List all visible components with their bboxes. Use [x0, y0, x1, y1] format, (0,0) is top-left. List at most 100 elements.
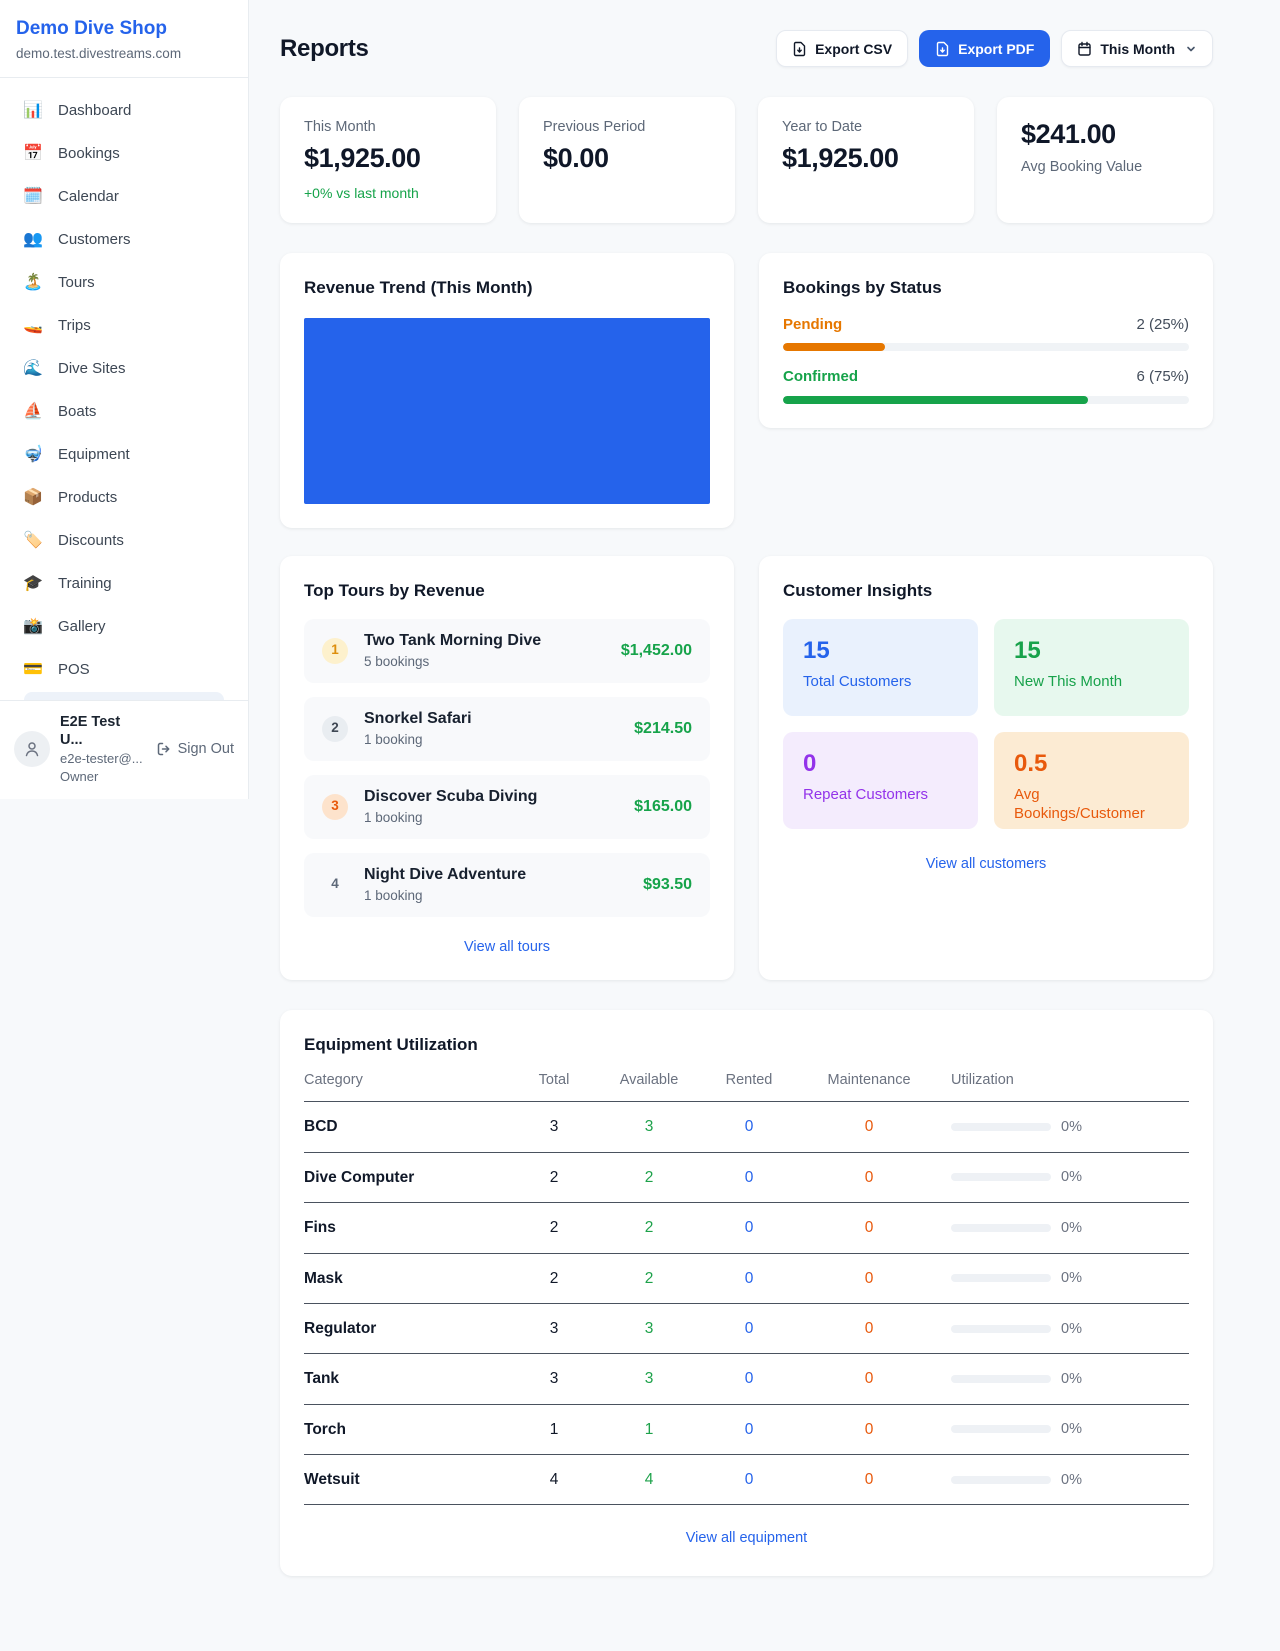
- sidebar-item-pos[interactable]: 💳 POS: [12, 649, 236, 692]
- page-header: Reports Export CSV Export PDF This Month: [280, 30, 1213, 67]
- sign-out-button[interactable]: Sign Out: [156, 740, 234, 758]
- cell-utilization: 0%: [939, 1168, 1189, 1186]
- shop-domain: demo.test.divestreams.com: [16, 46, 232, 63]
- view-all-equipment-link[interactable]: View all equipment: [304, 1529, 1189, 1547]
- cell-available: 1: [599, 1420, 699, 1439]
- insight-label: Avg Bookings/Customer: [1014, 786, 1169, 824]
- row-revenue-status: Revenue Trend (This Month) Bookings by S…: [280, 253, 1213, 527]
- sidebar-item-dashboard[interactable]: 📊Dashboard: [12, 90, 236, 133]
- sidebar-item-customers[interactable]: 👥Customers: [12, 219, 236, 262]
- cell-utilization: 0%: [939, 1320, 1189, 1338]
- credit-card-icon: 💳: [22, 660, 44, 680]
- sidebar: Demo Dive Shop demo.test.divestreams.com…: [0, 0, 249, 799]
- utilization-bar: [951, 1375, 1051, 1383]
- sidebar-item-label: Boats: [58, 403, 96, 422]
- cell-maintenance: 0: [799, 1168, 939, 1187]
- period-label: This Month: [1100, 41, 1175, 57]
- list-item: 4 Night Dive Adventure1 booking $93.50: [304, 853, 710, 917]
- sidebar-item-training[interactable]: 🎓 Training: [12, 563, 236, 606]
- sidebar-item-calendar[interactable]: 🗓️Calendar: [12, 176, 236, 219]
- progress-track: [783, 343, 1189, 351]
- cell-utilization: 0%: [939, 1269, 1189, 1287]
- rank-badge: 4: [322, 872, 348, 898]
- revenue-trend-chart: [304, 318, 710, 504]
- insight-tile-new-this-month: 15 New This Month: [994, 619, 1189, 716]
- card-title: Bookings by Status: [783, 277, 1189, 298]
- cell-rented: 0: [699, 1117, 799, 1136]
- insight-label: New This Month: [1014, 673, 1169, 692]
- cell-available: 2: [599, 1218, 699, 1237]
- sailboat-icon: ⛵: [22, 402, 44, 422]
- stat-card-previous-period: Previous Period $0.00: [519, 97, 735, 223]
- avatar: [14, 731, 50, 767]
- cell-maintenance: 0: [799, 1319, 939, 1338]
- cell-maintenance: 0: [799, 1470, 939, 1489]
- period-dropdown[interactable]: This Month: [1061, 30, 1213, 67]
- cell-category: Tank: [304, 1369, 509, 1388]
- user-info: E2E Test U... e2e-tester@... Owner: [60, 713, 146, 786]
- card-title: Customer Insights: [783, 580, 1189, 601]
- utilization-pct: 0%: [1061, 1370, 1082, 1388]
- sidebar-item-label: Training: [58, 575, 112, 594]
- cell-maintenance: 0: [799, 1218, 939, 1237]
- camera-icon: 📸: [22, 617, 44, 637]
- revenue-trend-card: Revenue Trend (This Month): [280, 253, 734, 527]
- utilization-pct: 0%: [1061, 1320, 1082, 1338]
- card-title: Equipment Utilization: [304, 1034, 1189, 1055]
- sidebar-item-products[interactable]: 📦Products: [12, 477, 236, 520]
- person-icon: [23, 740, 41, 758]
- sidebar-item-trips[interactable]: 🚤Trips: [12, 305, 236, 348]
- table-row: Fins 2 2 0 0 0%: [304, 1203, 1189, 1253]
- column-header-category: Category: [304, 1071, 509, 1089]
- sidebar-item-partially-scrolled[interactable]: [24, 692, 224, 700]
- sidebar-item-dive-sites[interactable]: 🌊Dive Sites: [12, 348, 236, 391]
- table-row: Regulator 3 3 0 0 0%: [304, 1304, 1189, 1354]
- utilization-pct: 0%: [1061, 1219, 1082, 1237]
- user-name: E2E Test U...: [60, 713, 146, 749]
- cell-maintenance: 0: [799, 1117, 939, 1136]
- export-pdf-button[interactable]: Export PDF: [919, 30, 1050, 67]
- table-row: BCD 3 3 0 0 0%: [304, 1102, 1189, 1152]
- island-icon: 🏝️: [22, 273, 44, 293]
- sidebar-item-discounts[interactable]: 🏷️Discounts: [12, 520, 236, 563]
- main-content: Reports Export CSV Export PDF This Month: [280, 0, 1213, 1651]
- utilization-pct: 0%: [1061, 1269, 1082, 1287]
- sidebar-item-boats[interactable]: ⛵ Boats: [12, 391, 236, 434]
- column-header-utilization: Utilization: [939, 1071, 1189, 1089]
- insight-value: 15: [1014, 636, 1169, 666]
- status-label: Pending: [783, 316, 842, 335]
- graduation-cap-icon: 🎓: [22, 574, 44, 594]
- cell-maintenance: 0: [799, 1420, 939, 1439]
- sidebar-item-gallery[interactable]: 📸Gallery: [12, 606, 236, 649]
- insight-tile-avg-bookings: 0.5 Avg Bookings/Customer: [994, 732, 1189, 829]
- progress-fill-pending: [783, 343, 885, 351]
- calendar-icon: [1077, 41, 1092, 57]
- stat-value: $0.00: [543, 142, 711, 176]
- utilization-bar: [951, 1224, 1051, 1232]
- table-row: Tank 3 3 0 0 0%: [304, 1354, 1189, 1404]
- progress-track: [783, 396, 1189, 404]
- tour-revenue: $214.50: [634, 719, 692, 739]
- sidebar-item-label: POS: [58, 661, 90, 680]
- sidebar-item-bookings[interactable]: 📅Bookings: [12, 133, 236, 176]
- status-count: 6 (75%): [1136, 368, 1189, 387]
- export-csv-button[interactable]: Export CSV: [776, 30, 908, 67]
- stat-value: $241.00: [1021, 118, 1189, 152]
- insight-tile-repeat-customers: 0 Repeat Customers: [783, 732, 978, 829]
- view-all-customers-link[interactable]: View all customers: [783, 855, 1189, 873]
- status-row-pending: Pending 2 (25%): [783, 316, 1189, 352]
- shop-name: Demo Dive Shop: [16, 17, 232, 41]
- sidebar-item-tours[interactable]: 🏝️Tours: [12, 262, 236, 305]
- stat-label: Year to Date: [782, 118, 950, 136]
- cell-total: 2: [509, 1168, 599, 1187]
- sidebar-item-equipment[interactable]: 🤿Equipment: [12, 434, 236, 477]
- user-role: Owner: [60, 769, 146, 785]
- sidebar-item-label: Dive Sites: [58, 360, 126, 379]
- cell-total: 1: [509, 1420, 599, 1439]
- user-footer: E2E Test U... e2e-tester@... Owner Sign …: [0, 700, 248, 800]
- tour-name: Night Dive Adventure: [364, 865, 526, 885]
- list-item: 3 Discover Scuba Diving1 booking $165.00: [304, 775, 710, 839]
- view-all-tours-link[interactable]: View all tours: [304, 938, 710, 956]
- cell-maintenance: 0: [799, 1269, 939, 1288]
- speedboat-icon: 🚤: [22, 316, 44, 336]
